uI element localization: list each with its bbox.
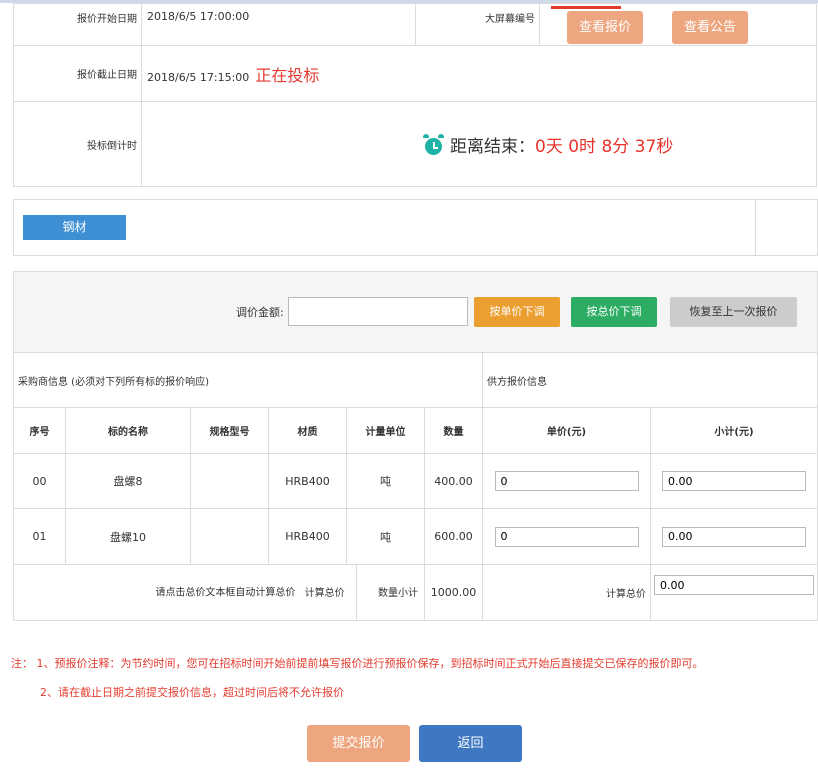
- col-unit: 计量单位: [346, 407, 425, 454]
- adjust-amount-label: 调价金额:: [236, 306, 284, 319]
- row-material: HRB400: [268, 453, 347, 509]
- category-tab-steel[interactable]: 钢材: [23, 215, 126, 240]
- quote-table: 采购商信息 (必须对下列所有标的报价响应) 供方报价信息 序号 标的名称 规格型…: [14, 352, 817, 620]
- header-actions: 查看报价 查看公告: [539, 3, 817, 46]
- end-date-cell: 2018/6/5 17:15:00 正在投标: [141, 45, 817, 102]
- col-spec: 规格型号: [190, 407, 269, 454]
- panel-divider: [755, 200, 756, 255]
- table-row: 00 盘螺8 HRB400 吨 400.00: [14, 453, 817, 509]
- quote-panel: 调价金额: 按单价下调 按总价下调 恢复至上一次报价 采购商信息 (必须对下列所…: [13, 271, 818, 621]
- restore-last-quote-button[interactable]: 恢复至上一次报价: [670, 297, 797, 327]
- start-date-value: 2018/6/5 17:00:00: [141, 3, 416, 46]
- col-no: 序号: [14, 407, 66, 454]
- countdown-prefix: 距离结束：: [450, 136, 535, 157]
- table-footer-row: 请点击总价文本框自动计算总价 计算总价 数量小计 1000.00 计算总价: [14, 564, 817, 620]
- row-unit: 吨: [346, 508, 425, 565]
- back-button[interactable]: 返回: [419, 725, 522, 762]
- end-date-label: 报价截止日期: [13, 45, 142, 102]
- row-spec: [190, 453, 269, 509]
- row-unit: 吨: [346, 453, 425, 509]
- row-name: 盘螺10: [65, 508, 191, 565]
- countdown-label: 投标倒计时: [13, 101, 142, 187]
- col-name: 标的名称: [65, 407, 191, 454]
- qty-subtotal-value: 1000.00: [424, 564, 483, 620]
- buyer-info-header: 采购商信息 (必须对下列所有标的报价响应): [14, 352, 483, 408]
- countdown-value: 0天 0时 8分 37秒: [535, 136, 674, 157]
- total-price-down-button[interactable]: 按总价下调: [571, 297, 657, 327]
- col-subtotal: 小计(元): [650, 407, 817, 454]
- row-no: 01: [14, 508, 66, 565]
- qty-subtotal-label: 数量小计: [378, 587, 418, 599]
- submit-quote-button[interactable]: 提交报价: [307, 725, 410, 762]
- countdown-cell: 距离结束：0天 0时 8分 37秒: [141, 101, 817, 187]
- screen-number-value-mark: [551, 6, 621, 9]
- row-no: 00: [14, 453, 66, 509]
- view-notice-button[interactable]: 查看公告: [672, 11, 748, 44]
- row-spec: [190, 508, 269, 565]
- unit-price-down-button[interactable]: 按单价下调: [474, 297, 560, 327]
- calc-total-label: 计算总价: [482, 564, 651, 620]
- row-subtotal-cell: [650, 508, 817, 565]
- unit-price-input[interactable]: [494, 471, 639, 491]
- screen-number-label: 大屏幕编号: [415, 3, 540, 46]
- subtotal-input[interactable]: [662, 471, 806, 491]
- bid-info-table: 报价开始日期 2018/6/5 17:00:00 大屏幕编号 查看报价 查看公告…: [13, 3, 817, 187]
- supplier-info-header: 供方报价信息: [482, 352, 817, 408]
- unit-price-input[interactable]: [494, 526, 639, 547]
- total-price-cell: [650, 564, 817, 620]
- footer-divider: [355, 565, 357, 620]
- row-material: HRB400: [268, 508, 347, 565]
- category-panel: 钢材: [13, 199, 818, 256]
- note-line-1: 注： 1、预报价注释：为节约时间，您可在招标时间开始前提前填写报价进行预报价保存…: [11, 657, 704, 670]
- col-qty: 数量: [424, 407, 483, 454]
- row-price-cell: [482, 453, 651, 509]
- row-qty: 400.00: [424, 453, 483, 509]
- adjust-amount-input[interactable]: [288, 297, 468, 326]
- start-date-label: 报价开始日期: [13, 3, 142, 46]
- col-unit-price: 单价(元): [482, 407, 651, 454]
- note-line-2: 2、请在截止日期之前提交报价信息，超过时间后将不允许报价: [40, 686, 344, 699]
- row-price-cell: [482, 508, 651, 565]
- row-name: 盘螺8: [65, 453, 191, 509]
- col-material: 材质: [268, 407, 347, 454]
- row-qty: 600.00: [424, 508, 483, 565]
- bidding-status: 正在投标: [255, 65, 320, 85]
- total-price-input[interactable]: [654, 575, 814, 595]
- subtotal-input[interactable]: [662, 526, 806, 547]
- row-subtotal-cell: [650, 453, 817, 509]
- price-adjust-bar: 调价金额: 按单价下调 按总价下调 恢复至上一次报价: [14, 272, 817, 352]
- table-row: 01 盘螺10 HRB400 吨 600.00: [14, 508, 817, 565]
- alarm-clock-icon: [423, 133, 444, 155]
- calc-total-link[interactable]: 计算总价: [305, 588, 345, 599]
- footer-hint-cell: 请点击总价文本框自动计算总价 计算总价 数量小计: [14, 564, 425, 620]
- auto-calc-hint: 请点击总价文本框自动计算总价: [155, 587, 296, 599]
- end-date-value: 2018/6/5 17:15:00: [147, 70, 250, 84]
- view-quote-button[interactable]: 查看报价: [567, 11, 643, 44]
